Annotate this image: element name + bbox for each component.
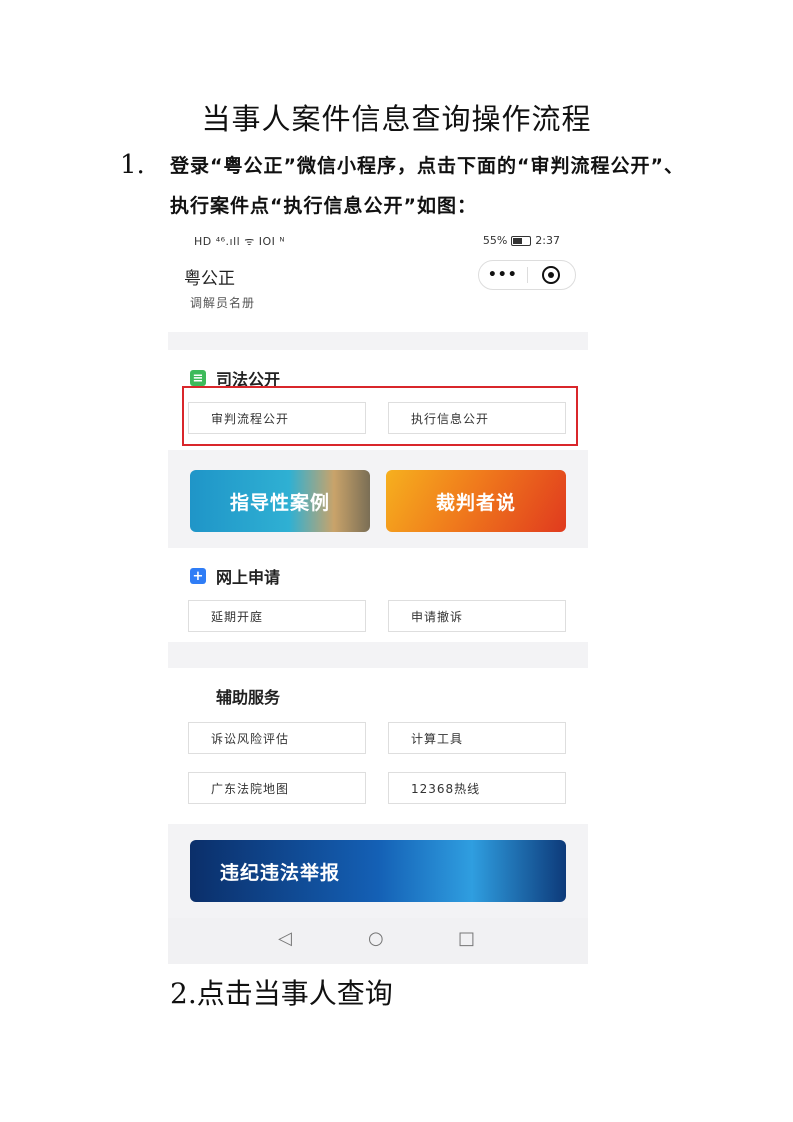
postpone-hearing-button[interactable]: 延期开庭 bbox=[188, 600, 366, 632]
battery-icon bbox=[511, 235, 532, 246]
judge-says-banner[interactable]: 裁判者说 bbox=[386, 470, 566, 532]
recent-apps-icon[interactable]: □ bbox=[458, 928, 475, 949]
grid-icon bbox=[190, 688, 206, 704]
document-icon: ≡ bbox=[190, 370, 206, 386]
report-violation-banner[interactable]: 违纪违法举报 bbox=[190, 840, 566, 902]
status-time: 2:37 bbox=[535, 234, 560, 247]
home-icon[interactable]: ○ bbox=[368, 928, 384, 949]
close-mini-program-button[interactable] bbox=[528, 266, 576, 284]
calculator-tool-button[interactable]: 计算工具 bbox=[388, 722, 566, 754]
document-title: 当事人案件信息查询操作流程 bbox=[201, 102, 592, 136]
mini-program-header: 粤公正 调解员名册 ••• bbox=[168, 256, 588, 332]
highlight-box bbox=[182, 386, 578, 446]
section-title: 辅助服务 bbox=[216, 688, 281, 707]
section-title: 网上申请 bbox=[216, 568, 281, 587]
section-header: 辅助服务 bbox=[190, 684, 280, 708]
app-name: 粤公正 bbox=[184, 269, 235, 289]
more-icon[interactable]: ••• bbox=[479, 267, 527, 283]
risk-assessment-button[interactable]: 诉讼风险评估 bbox=[188, 722, 366, 754]
back-icon[interactable]: ◁ bbox=[278, 928, 292, 949]
hotline-button[interactable]: 12368热线 bbox=[388, 772, 566, 804]
section-header: + 网上申请 bbox=[190, 564, 280, 588]
capsule-menu: ••• bbox=[478, 260, 576, 290]
online-application-section: + 网上申请 延期开庭 申请撤诉 bbox=[168, 548, 588, 642]
android-nav-bar: ◁ ○ □ bbox=[168, 918, 588, 964]
court-map-button[interactable]: 广东法院地图 bbox=[188, 772, 366, 804]
mediator-roster-link[interactable]: 调解员名册 bbox=[190, 294, 255, 311]
auxiliary-services-section: 辅助服务 诉讼风险评估 计算工具 广东法院地图 12368热线 bbox=[168, 668, 588, 824]
guiding-cases-banner[interactable]: 指导性案例 bbox=[190, 470, 370, 532]
step-1-number: 1. bbox=[120, 150, 145, 180]
plus-icon: + bbox=[190, 568, 206, 584]
status-right: 55% 2:37 bbox=[483, 234, 560, 247]
status-signal: HD ⁴⁶.ıll ᯤ ΙΟΙ ᴺ bbox=[194, 235, 286, 248]
step-2-instruction: 2.点击当事人查询 bbox=[170, 977, 393, 1010]
status-bar: HD ⁴⁶.ıll ᯤ ΙΟΙ ᴺ 55% 2:37 bbox=[168, 226, 588, 256]
target-icon bbox=[542, 266, 561, 284]
step-1-instruction: 登录“粤公正”微信小程序，点击下面的“审判流程公开”、执行案件点“执行信息公开”… bbox=[170, 155, 684, 217]
withdraw-suit-button[interactable]: 申请撤诉 bbox=[388, 600, 566, 632]
phone-screenshot: HD ⁴⁶.ıll ᯤ ΙΟΙ ᴺ 55% 2:37 粤公正 调解员名册 •••… bbox=[168, 226, 588, 964]
battery-percent: 55% bbox=[482, 234, 508, 247]
